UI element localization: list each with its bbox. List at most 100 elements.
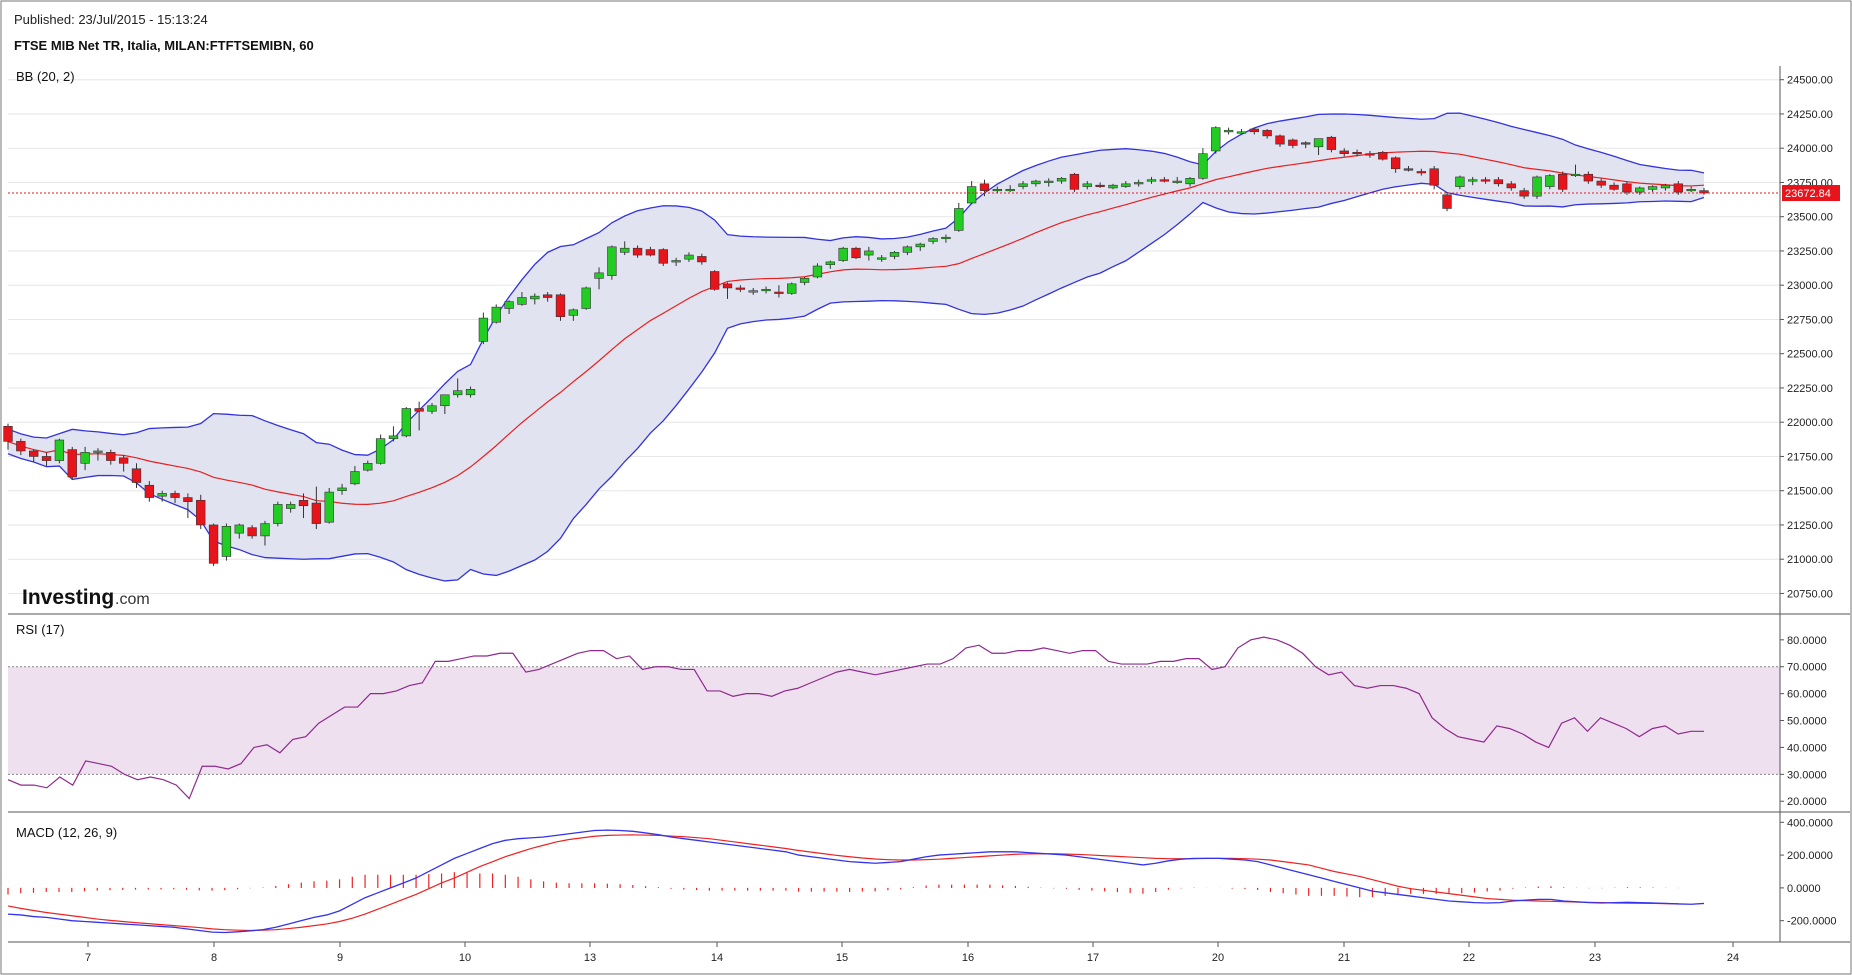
- time-tick-label: 7: [85, 952, 91, 964]
- candle-body: [594, 272, 604, 279]
- candle-body: [825, 261, 835, 265]
- rsi-panel: 80.0000 70.0000 60.0000 50.0000 40.0000 30.00…: [7, 635, 1827, 808]
- candle-body: [388, 435, 399, 439]
- candle-body: [1133, 182, 1144, 185]
- candle-body: [170, 493, 180, 498]
- candle-body: [1326, 136, 1337, 150]
- candle-body: [1223, 130, 1234, 133]
- candle-body: [440, 394, 450, 407]
- candle-body: [632, 247, 643, 256]
- time-tick-label: 10: [459, 952, 471, 964]
- candle-body: [1082, 183, 1092, 187]
- candle-body: [645, 249, 656, 256]
- candle-body: [3, 426, 13, 442]
- candle-body: [16, 441, 26, 452]
- macd-tick-label: 0.0000: [1787, 883, 1821, 895]
- candle-body: [247, 527, 257, 537]
- macd-line: [7, 829, 1705, 934]
- candle-body: [889, 252, 900, 257]
- candle-body: [1686, 189, 1696, 192]
- candle-body: [735, 287, 746, 290]
- candle-body: [979, 183, 990, 191]
- candle-body: [478, 317, 489, 342]
- candle-body: [992, 189, 1003, 192]
- candle-body: [1545, 175, 1555, 187]
- candle-body: [1570, 173, 1581, 177]
- candle-body: [1159, 179, 1170, 182]
- candle-body: [324, 491, 334, 523]
- candle-body: [54, 439, 65, 461]
- time-tick-label: 22: [1463, 952, 1475, 964]
- macd-label: MACD (12, 26, 9): [16, 825, 117, 840]
- candle-body: [363, 462, 373, 471]
- rsi-tick-label: 60.0000: [1787, 689, 1827, 701]
- candle-body: [1005, 189, 1015, 192]
- candle-body: [1455, 176, 1465, 187]
- time-tick-label: 21: [1338, 952, 1350, 964]
- candle-body: [761, 289, 771, 292]
- candle-body: [1262, 130, 1272, 137]
- candle-body: [1506, 183, 1516, 189]
- candle-body: [221, 526, 232, 557]
- rsi-zone: [8, 666, 1780, 775]
- time-tick-label: 24: [1727, 952, 1739, 964]
- price-tick-label: 22500.00: [1787, 349, 1833, 361]
- candle-body: [234, 524, 244, 534]
- candle-body: [1635, 187, 1645, 193]
- candle-body: [774, 291, 784, 294]
- time-tick-label: 9: [337, 952, 343, 964]
- candle-body: [453, 390, 463, 396]
- price-tick-label: 23000.00: [1787, 280, 1833, 292]
- candle-body: [542, 294, 553, 298]
- candle-body: [1609, 184, 1619, 190]
- candle-body: [1352, 152, 1362, 155]
- candle-body: [1095, 184, 1105, 187]
- candle-body: [1288, 139, 1298, 146]
- candle-body: [1493, 179, 1504, 185]
- candle-body: [1557, 173, 1568, 190]
- candle-body: [568, 309, 579, 316]
- candle-body: [1442, 194, 1452, 209]
- candle-body: [915, 243, 925, 248]
- rsi-tick-label: 80.0000: [1787, 635, 1827, 647]
- candle-body: [41, 456, 52, 461]
- candle-body: [1069, 173, 1080, 190]
- candle-body: [183, 497, 193, 502]
- price-tick-label: 23250.00: [1787, 246, 1833, 258]
- candle-body: [414, 408, 424, 412]
- candle-body: [350, 471, 360, 485]
- logo-domain: .com: [115, 591, 150, 608]
- candle-body: [581, 287, 591, 309]
- candle-body: [491, 306, 501, 323]
- time-tick-label: 14: [711, 952, 723, 964]
- candle-body: [427, 405, 437, 412]
- rsi-tick-label: 20.0000: [1787, 796, 1827, 808]
- time-tick-label: 20: [1212, 952, 1224, 964]
- candle-body: [838, 247, 848, 261]
- candle-body: [1583, 173, 1594, 182]
- candle-body: [966, 186, 977, 204]
- candle-body: [607, 246, 617, 276]
- price-tick-label: 21750.00: [1787, 451, 1833, 463]
- macd-signal-line: [7, 834, 1679, 932]
- chart-canvas[interactable]: 24500.0024250.0024000.0023750.0023500.00…: [0, 0, 1852, 975]
- candle-body: [157, 493, 167, 497]
- bollinger-band-area: [8, 113, 1704, 581]
- price-tick-label: 22250.00: [1787, 383, 1833, 395]
- current-price-label: 23672.84: [1785, 188, 1831, 200]
- macd-tick-label: 400.0000: [1787, 817, 1833, 829]
- candle-body: [67, 449, 77, 478]
- candle-body: [1301, 142, 1311, 145]
- candle-body: [1249, 128, 1259, 133]
- price-tick-label: 24000.00: [1787, 143, 1833, 155]
- candle-body: [1313, 138, 1324, 148]
- candle-body: [29, 450, 39, 457]
- price-tick-label: 24500.00: [1787, 75, 1833, 87]
- candle-body: [1339, 150, 1349, 154]
- candle-body: [709, 271, 720, 290]
- candle-body: [1056, 178, 1067, 182]
- candle-body: [118, 457, 129, 464]
- candle-body: [273, 504, 283, 524]
- price-tick-label: 21250.00: [1787, 520, 1833, 532]
- rsi-tick-label: 50.0000: [1787, 716, 1827, 728]
